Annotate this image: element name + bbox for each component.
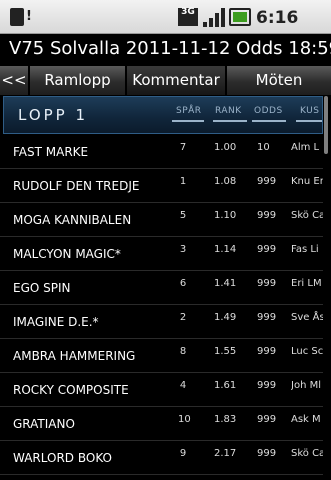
horse-kusk: Skö Ca [291,210,323,221]
odds-underline [252,120,286,122]
horse-rank: 1.83 [214,414,237,425]
horse-name: AMBRA HAMMERING [13,349,136,363]
horse-kusk: Skö Ca [291,448,323,459]
tab-bar: << Ramlopp Kommentar Möten [0,66,331,95]
race-header: LOPP 1 SPÅR RANK ODDS KUS [3,96,323,134]
status-time: 6:16 PM [256,8,299,64]
horse-row[interactable]: GRATIANO 10 1.83 999 Ask M [0,407,323,441]
horse-name: WARLORD BOKO [13,451,112,465]
battery-icon [229,8,251,26]
horse-odds: 10 [257,142,270,153]
horse-rank: 1.49 [214,312,237,323]
rank-underline [213,120,247,122]
tab-ramlopp[interactable]: Ramlopp [30,66,127,95]
horse-rank: 1.08 [214,176,237,187]
horse-name: RUDOLF DEN TREDJE [13,179,140,193]
horse-spar: 4 [179,380,187,391]
horse-rank: 1.00 [214,142,237,153]
network-3g-icon: 3G [178,8,198,26]
horse-row[interactable]: IMAGINE D.E.* 2 1.49 999 Sve Ås [0,305,323,339]
kusk-underline [296,120,322,122]
horse-spar: 6 [179,278,187,289]
horse-spar: 8 [179,346,187,357]
horse-name: IMAGINE D.E.* [13,315,99,329]
horse-row[interactable]: WARLORD BOKO 9 2.17 999 Skö Ca [0,441,323,475]
horse-kusk: Eri LM [291,278,322,289]
horse-row[interactable]: ROCKY COMPOSITE 4 1.61 999 Joh Ml [0,373,323,407]
horse-odds: 999 [257,448,277,459]
horse-spar: 9 [179,448,187,459]
horse-name: ROCKY COMPOSITE [13,383,129,397]
horse-kusk: Alm L [291,142,320,153]
app-title: V75 Solvalla 2011-11-12 Odds 18:59 [9,38,331,59]
horse-rank: 2.17 [214,448,237,459]
horse-spar: 7 [179,142,187,153]
horse-name: MOGA KANNIBALEN [13,213,132,227]
horse-rank: 1.41 [214,278,237,289]
horse-name: FAST MARKE [13,145,89,159]
horse-odds: 999 [257,312,277,323]
horse-spar: 3 [179,244,187,255]
tab-kommentar[interactable]: Kommentar [127,66,227,95]
horse-kusk: Ask M [291,414,321,425]
tab-moten[interactable]: Möten [227,66,331,95]
horse-row[interactable]: EGO SPIN 6 1.41 999 Eri LM [0,271,323,305]
horse-row[interactable]: AMBRA HAMMERING 8 1.55 999 Luc Sc [0,339,323,373]
race-title: LOPP 1 [18,106,89,124]
horse-row[interactable]: FAST MARKE 7 1.00 10 Alm L [0,135,323,169]
horse-name: EGO SPIN [13,281,71,295]
spar-underline [172,120,204,122]
horse-row[interactable]: MALCYON MAGIC* 3 1.14 999 Fas Li [0,237,323,271]
horse-odds: 999 [257,346,277,357]
horse-rank: 1.55 [214,346,237,357]
horse-spar: 2 [179,312,187,323]
horse-odds: 999 [257,210,277,221]
column-header-spar[interactable]: SPÅR [176,106,202,116]
horse-spar: 10 [178,414,191,425]
horse-rank: 1.61 [214,380,237,391]
horse-row[interactable]: MOGA KANNIBALEN 5 1.10 999 Skö Ca [0,203,323,237]
horse-odds: 999 [257,380,277,391]
status-bar: ! 3G 6:16 PM [0,0,331,64]
horse-kusk: Fas Li [291,244,319,255]
scrollbar[interactable] [324,96,328,154]
horse-name: GRATIANO [13,417,75,431]
column-header-odds[interactable]: ODDS [254,106,283,116]
horse-odds: 999 [257,278,277,289]
app-title-bar: V75 Solvalla 2011-11-12 Odds 18:59 [0,34,331,66]
horse-kusk: Luc Sc [291,346,323,357]
horse-kusk: Knu Er [291,176,323,187]
horse-odds: 999 [257,414,277,425]
horse-spar: 1 [179,176,187,187]
column-header-rank[interactable]: RANK [215,106,242,116]
signal-strength-icon [203,8,225,27]
horse-row[interactable]: RUDOLF DEN TREDJE 1 1.08 999 Knu Er [0,169,323,203]
column-header-kusk[interactable]: KUS [300,106,319,116]
horse-odds: 999 [257,176,277,187]
back-button[interactable]: << [0,66,30,95]
horse-spar: 5 [179,210,187,221]
horse-rank: 1.14 [214,244,237,255]
horse-name: MALCYON MAGIC* [13,247,121,261]
notification-icon: ! [10,8,32,26]
horse-rank: 1.10 [214,210,237,221]
horse-kusk: Sve Ås [291,312,323,323]
horse-odds: 999 [257,244,277,255]
horse-kusk: Joh Ml [291,380,321,391]
